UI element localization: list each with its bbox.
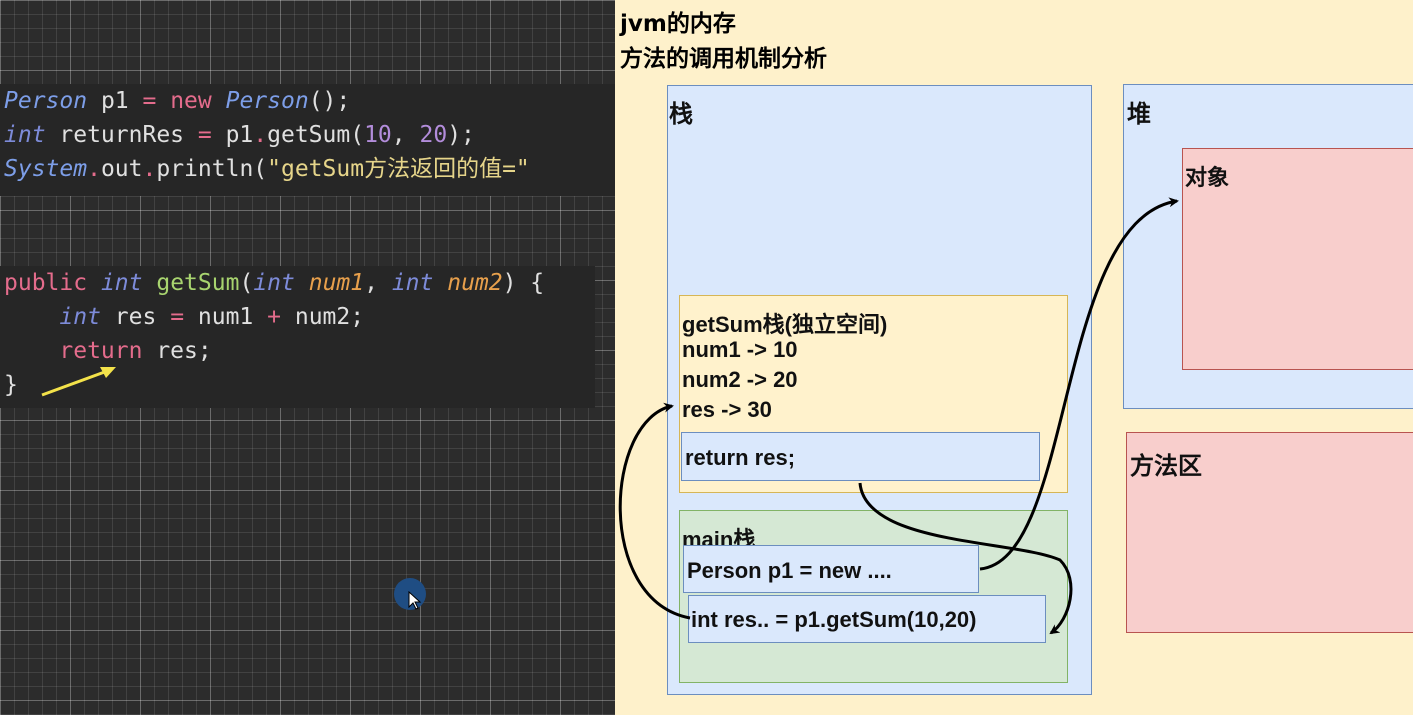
reference-arrow-to-object (979, 197, 1179, 571)
flow-arrows (618, 197, 1179, 635)
call-arrow-to-getsum (618, 402, 691, 620)
return-arrow-to-main (858, 482, 1073, 635)
mouse-pointer-icon (408, 591, 422, 610)
jvm-memory-diagram: jvm的内存 方法的调用机制分析 栈 getSum栈(独立空间) num1 ->… (615, 0, 1413, 715)
yellow-arrow-annotation (41, 367, 116, 397)
code-editor-panel: Person p1 = new Person(); int returnRes =… (0, 0, 615, 715)
